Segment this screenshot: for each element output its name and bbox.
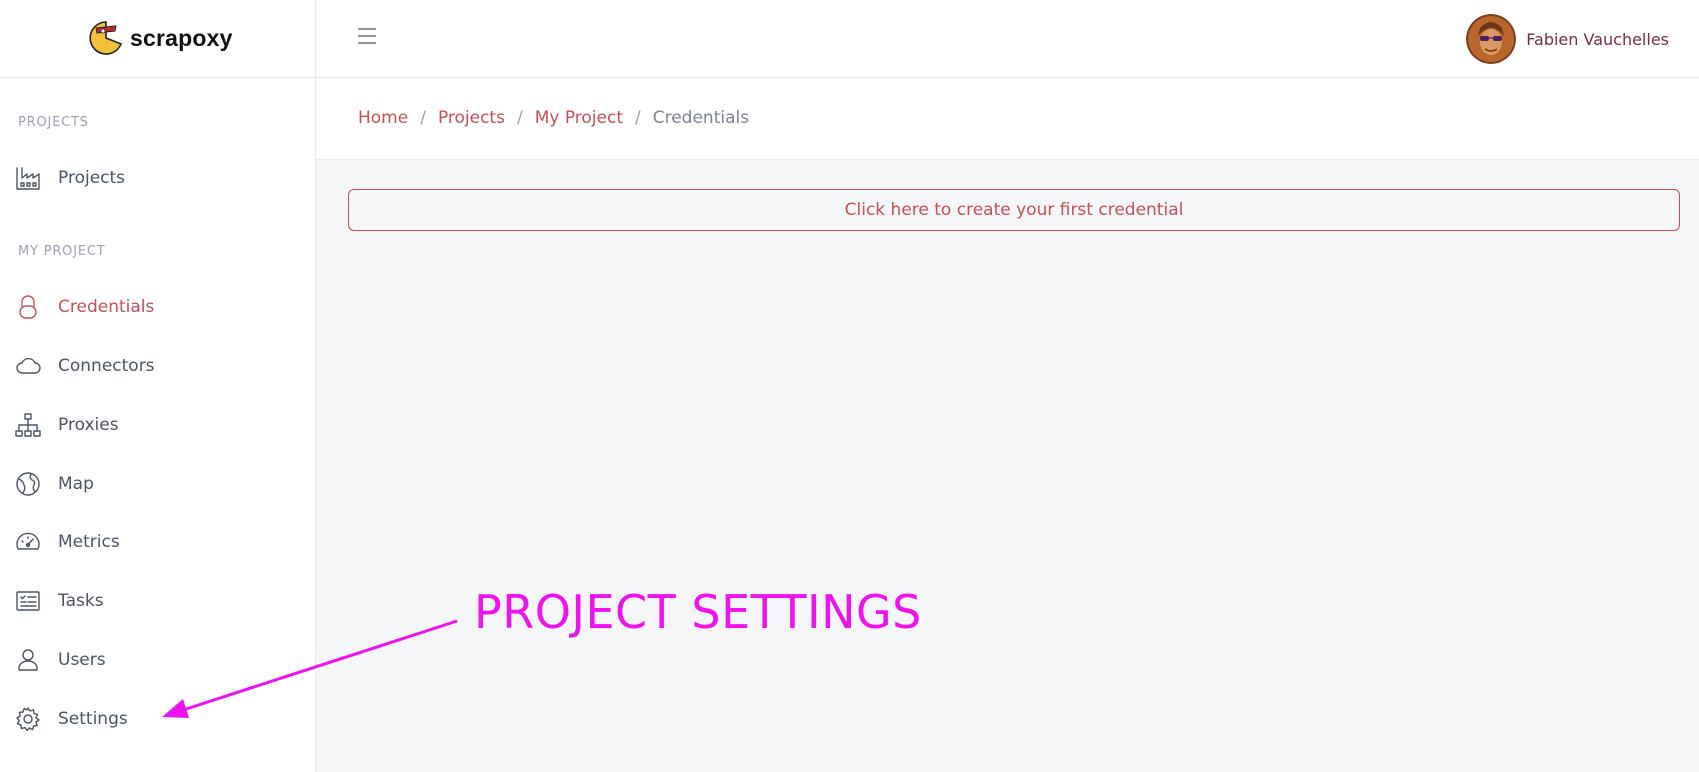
create-first-credential-button[interactable]: Click here to create your first credenti… xyxy=(348,189,1680,231)
sidebar-item-label: Map xyxy=(58,474,94,494)
globe-icon xyxy=(14,470,42,498)
scrapoxy-logo-icon xyxy=(88,19,124,57)
annotation-label: PROJECT SETTINGS xyxy=(474,585,922,639)
sidebar-item-label: Connectors xyxy=(58,356,155,376)
logo-area: scrapoxy xyxy=(0,0,316,78)
breadcrumb-current: Credentials xyxy=(652,108,750,128)
sidebar-item-label: Users xyxy=(58,650,106,670)
sidebar-section-title-my-project: MY PROJECT xyxy=(18,244,106,259)
breadcrumb-my-project[interactable]: My Project xyxy=(535,108,623,128)
avatar xyxy=(1466,14,1517,64)
sidebar-item-label: Projects xyxy=(58,168,126,188)
logo[interactable]: scrapoxy xyxy=(88,19,233,57)
breadcrumb-home[interactable]: Home xyxy=(358,108,408,128)
breadcrumb: Home / Projects / My Project / Credentia… xyxy=(358,108,749,128)
menu-toggle-icon[interactable] xyxy=(356,25,378,47)
top-bar: Fabien Vauchelles xyxy=(316,0,1699,78)
sidebar-item-connectors[interactable]: Connectors xyxy=(14,349,155,383)
breadcrumb-bar: Home / Projects / My Project / Credentia… xyxy=(316,78,1699,160)
sidebar-section-title-projects: PROJECTS xyxy=(18,115,89,130)
sidebar-item-proxies[interactable]: Proxies xyxy=(14,408,119,442)
sitemap-icon xyxy=(14,411,42,439)
sidebar-item-users[interactable]: Users xyxy=(14,643,106,677)
brand-name: scrapoxy xyxy=(130,24,233,51)
lock-icon xyxy=(14,293,42,321)
sidebar-item-credentials[interactable]: Credentials xyxy=(14,290,154,324)
sidebar-item-metrics[interactable]: Metrics xyxy=(14,525,120,559)
breadcrumb-separator: / xyxy=(420,108,426,128)
speedometer-icon xyxy=(14,528,42,556)
sidebar-item-tasks[interactable]: Tasks xyxy=(14,584,104,618)
cloud-icon xyxy=(14,352,42,380)
user-icon xyxy=(14,646,42,674)
gear-icon xyxy=(14,705,42,733)
sidebar-item-label: Metrics xyxy=(58,532,120,552)
sidebar-item-label: Tasks xyxy=(58,591,104,611)
sidebar: PROJECTS Projects MY PROJECT Credentials… xyxy=(0,78,316,772)
sidebar-item-label: Settings xyxy=(58,709,128,729)
user-name: Fabien Vauchelles xyxy=(1526,29,1669,49)
user-menu[interactable]: Fabien Vauchelles xyxy=(1466,14,1669,64)
task-list-icon xyxy=(14,587,42,615)
factory-icon xyxy=(14,164,42,192)
sidebar-item-projects[interactable]: Projects xyxy=(14,161,125,195)
breadcrumb-projects[interactable]: Projects xyxy=(438,108,505,128)
breadcrumb-separator: / xyxy=(635,108,641,128)
breadcrumb-separator: / xyxy=(516,108,523,128)
sidebar-item-label: Credentials xyxy=(58,297,155,317)
sidebar-item-settings[interactable]: Settings xyxy=(14,702,128,736)
sidebar-item-label: Proxies xyxy=(58,415,119,435)
sidebar-item-map[interactable]: Map xyxy=(14,467,94,501)
